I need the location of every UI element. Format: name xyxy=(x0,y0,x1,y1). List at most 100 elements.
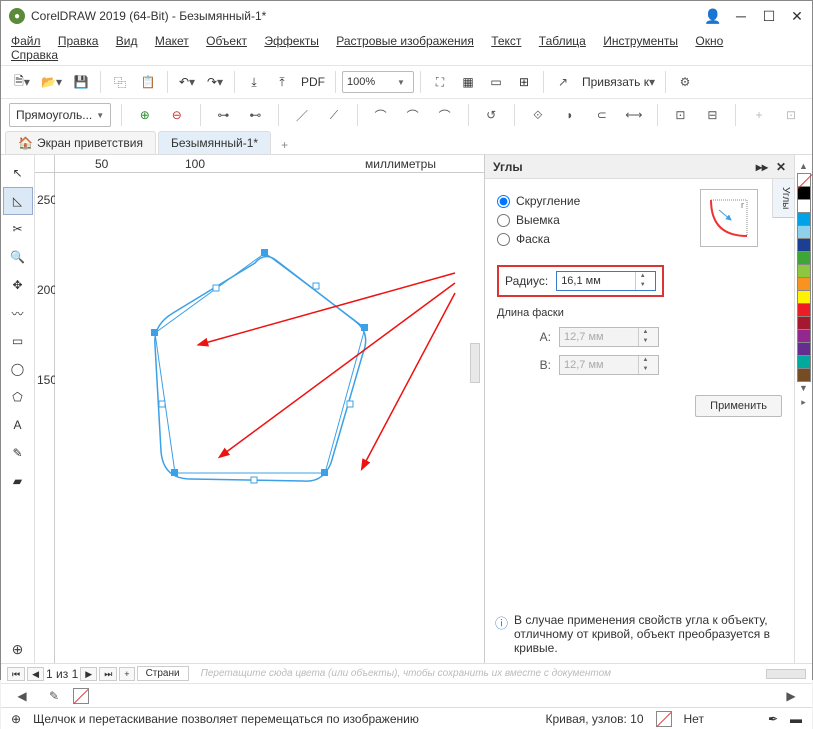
shape-tool-combo[interactable]: Прямоуголь... ▼ xyxy=(9,103,111,127)
undo-button[interactable]: ↶▾ xyxy=(174,69,200,95)
page-first[interactable]: ⏮ xyxy=(7,667,25,681)
ruler-horizontal[interactable]: 50 100 миллиметры xyxy=(55,155,484,173)
drawing-area[interactable] xyxy=(55,173,484,663)
menu-text[interactable]: Текст xyxy=(491,34,521,48)
page-add[interactable]: + xyxy=(119,667,134,681)
add-node-button[interactable]: ⊕ xyxy=(132,102,158,128)
options-button[interactable]: ⚙ xyxy=(672,69,698,95)
swatch-none[interactable] xyxy=(797,173,811,187)
polygon-tool[interactable]: ⬠ xyxy=(3,383,33,411)
menu-help[interactable]: Справка xyxy=(11,48,58,62)
ruler-vertical[interactable]: 250 200 150 xyxy=(35,173,55,663)
break-node-button[interactable]: ⊷ xyxy=(242,102,268,128)
guides-button[interactable]: ⊞ xyxy=(511,69,537,95)
menu-tools[interactable]: Инструменты xyxy=(603,34,678,48)
dropper-tool[interactable]: ✎ xyxy=(3,439,33,467)
symmetric-button[interactable]: ⌒ xyxy=(432,102,458,128)
menu-edit[interactable]: Правка xyxy=(58,34,99,48)
rulers-button[interactable]: ▭ xyxy=(483,69,509,95)
chevron-down-icon[interactable]: ▼ xyxy=(96,111,104,120)
zoom-combo[interactable]: ▼ xyxy=(342,71,414,93)
redo-button[interactable]: ↷▾ xyxy=(202,69,228,95)
fillet-radio[interactable] xyxy=(497,195,510,208)
radius-input[interactable] xyxy=(557,273,635,289)
spin-up[interactable]: ▲ xyxy=(636,272,649,281)
swatch[interactable] xyxy=(797,212,811,226)
copy-button[interactable]: ⿻ xyxy=(107,69,133,95)
rectangle-tool[interactable]: ▭ xyxy=(3,327,33,355)
menu-file[interactable]: Файл xyxy=(11,34,41,48)
palette-down-icon[interactable]: ▼ xyxy=(799,383,808,393)
page-next[interactable]: ▶ xyxy=(80,667,97,681)
docker-collapse-icon[interactable]: ▸▸ xyxy=(756,160,768,174)
to-line-button[interactable]: ／ xyxy=(289,102,315,128)
quick-custom-button[interactable]: ⊕ xyxy=(3,635,33,663)
chamfer-radio[interactable] xyxy=(497,233,510,246)
swatch[interactable] xyxy=(797,368,811,382)
scrollbar-h[interactable] xyxy=(766,669,806,679)
scallop-radio[interactable] xyxy=(497,214,510,227)
reflect-h-button[interactable]: ⊟ xyxy=(699,102,725,128)
menu-bitmaps[interactable]: Растровые изображения xyxy=(336,34,474,48)
close-button[interactable]: ✕ xyxy=(790,9,804,23)
chevron-down-icon[interactable]: ▼ xyxy=(393,78,409,87)
new-button[interactable]: 🗎▾ xyxy=(9,69,35,95)
snap-button[interactable]: Привязать к ▾ xyxy=(578,69,659,95)
zoom-tool[interactable]: 🔍 xyxy=(3,243,33,271)
extend-button[interactable]: ⟐ xyxy=(525,102,551,128)
swatch[interactable] xyxy=(797,355,811,369)
to-curve-button[interactable]: ⟋ xyxy=(321,102,347,128)
eyedropper-button[interactable]: ✎ xyxy=(41,683,67,709)
swatch[interactable] xyxy=(797,264,811,278)
nav-left[interactable]: ◀ xyxy=(9,683,35,709)
extract-button[interactable]: ◗ xyxy=(557,102,583,128)
menu-window[interactable]: Окно xyxy=(695,34,723,48)
import-button[interactable]: ⤓ xyxy=(241,69,267,95)
menu-view[interactable]: Вид xyxy=(116,34,138,48)
select-all-button[interactable]: ⊡ xyxy=(778,102,804,128)
palette-menu-icon[interactable]: ▸ xyxy=(801,397,806,408)
smooth-button[interactable]: ⌒ xyxy=(400,102,426,128)
canvas[interactable]: 50 100 миллиметры 250 200 150 xyxy=(35,155,484,663)
pdf-button[interactable]: PDF xyxy=(297,69,329,95)
pick-tool[interactable]: ↖ xyxy=(3,159,33,187)
swatch[interactable] xyxy=(797,238,811,252)
docker-close-icon[interactable]: ✕ xyxy=(776,160,786,174)
join-nodes-button[interactable]: ⊶ xyxy=(210,102,236,128)
page-prev[interactable]: ◀ xyxy=(27,667,44,681)
pan-tool[interactable]: ✥ xyxy=(3,271,33,299)
add-tab-button[interactable]: + xyxy=(273,136,296,154)
crop-tool[interactable]: ✂ xyxy=(3,215,33,243)
stretch-button[interactable]: ⟷ xyxy=(621,102,647,128)
cusp-button[interactable]: ⌒ xyxy=(368,102,394,128)
swatch[interactable] xyxy=(797,199,811,213)
minimize-button[interactable]: ─ xyxy=(734,9,748,23)
ruler-origin[interactable] xyxy=(35,155,55,173)
open-button[interactable]: 📂▾ xyxy=(37,69,66,95)
swatch[interactable] xyxy=(797,290,811,304)
launch-button[interactable]: ↗ xyxy=(550,69,576,95)
zoom-input[interactable] xyxy=(343,74,393,90)
palette-up-icon[interactable]: ▲ xyxy=(799,161,808,171)
swatch[interactable] xyxy=(797,342,811,356)
apply-button[interactable]: Применить xyxy=(695,395,782,417)
delete-node-button[interactable]: ⊖ xyxy=(164,102,190,128)
close-curve-button[interactable]: ⊂ xyxy=(589,102,615,128)
text-tool[interactable]: A xyxy=(3,411,33,439)
menu-object[interactable]: Объект xyxy=(206,34,247,48)
nav-right[interactable]: ▶ xyxy=(778,683,804,709)
swatch[interactable] xyxy=(797,316,811,330)
save-button[interactable]: 💾 xyxy=(68,69,94,95)
freehand-tool[interactable]: 〰 xyxy=(3,299,33,327)
swatch[interactable] xyxy=(797,225,811,239)
fill-tool[interactable]: ▰ xyxy=(3,467,33,495)
page-tab[interactable]: Страни xyxy=(137,666,189,681)
export-button[interactable]: ⤒ xyxy=(269,69,295,95)
shape-tool[interactable]: ◺ xyxy=(3,187,33,215)
docker-tab-corners[interactable]: Углы xyxy=(773,179,794,218)
fullscreen-button[interactable]: ⛶ xyxy=(427,69,453,95)
scrollbar-v[interactable] xyxy=(470,343,480,383)
menu-table[interactable]: Таблица xyxy=(539,34,586,48)
page-last[interactable]: ⏭ xyxy=(99,667,117,681)
grid-button[interactable]: ▦ xyxy=(455,69,481,95)
